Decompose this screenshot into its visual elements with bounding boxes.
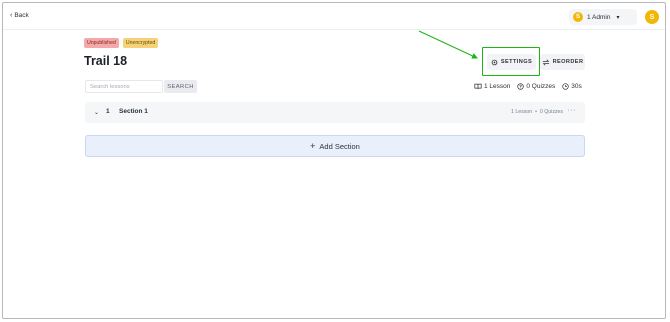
browser-frame: ‹ Back S 1 Admin ▾ S Unpublished Unencry… — [2, 2, 666, 319]
annotation-arrow — [418, 30, 478, 59]
